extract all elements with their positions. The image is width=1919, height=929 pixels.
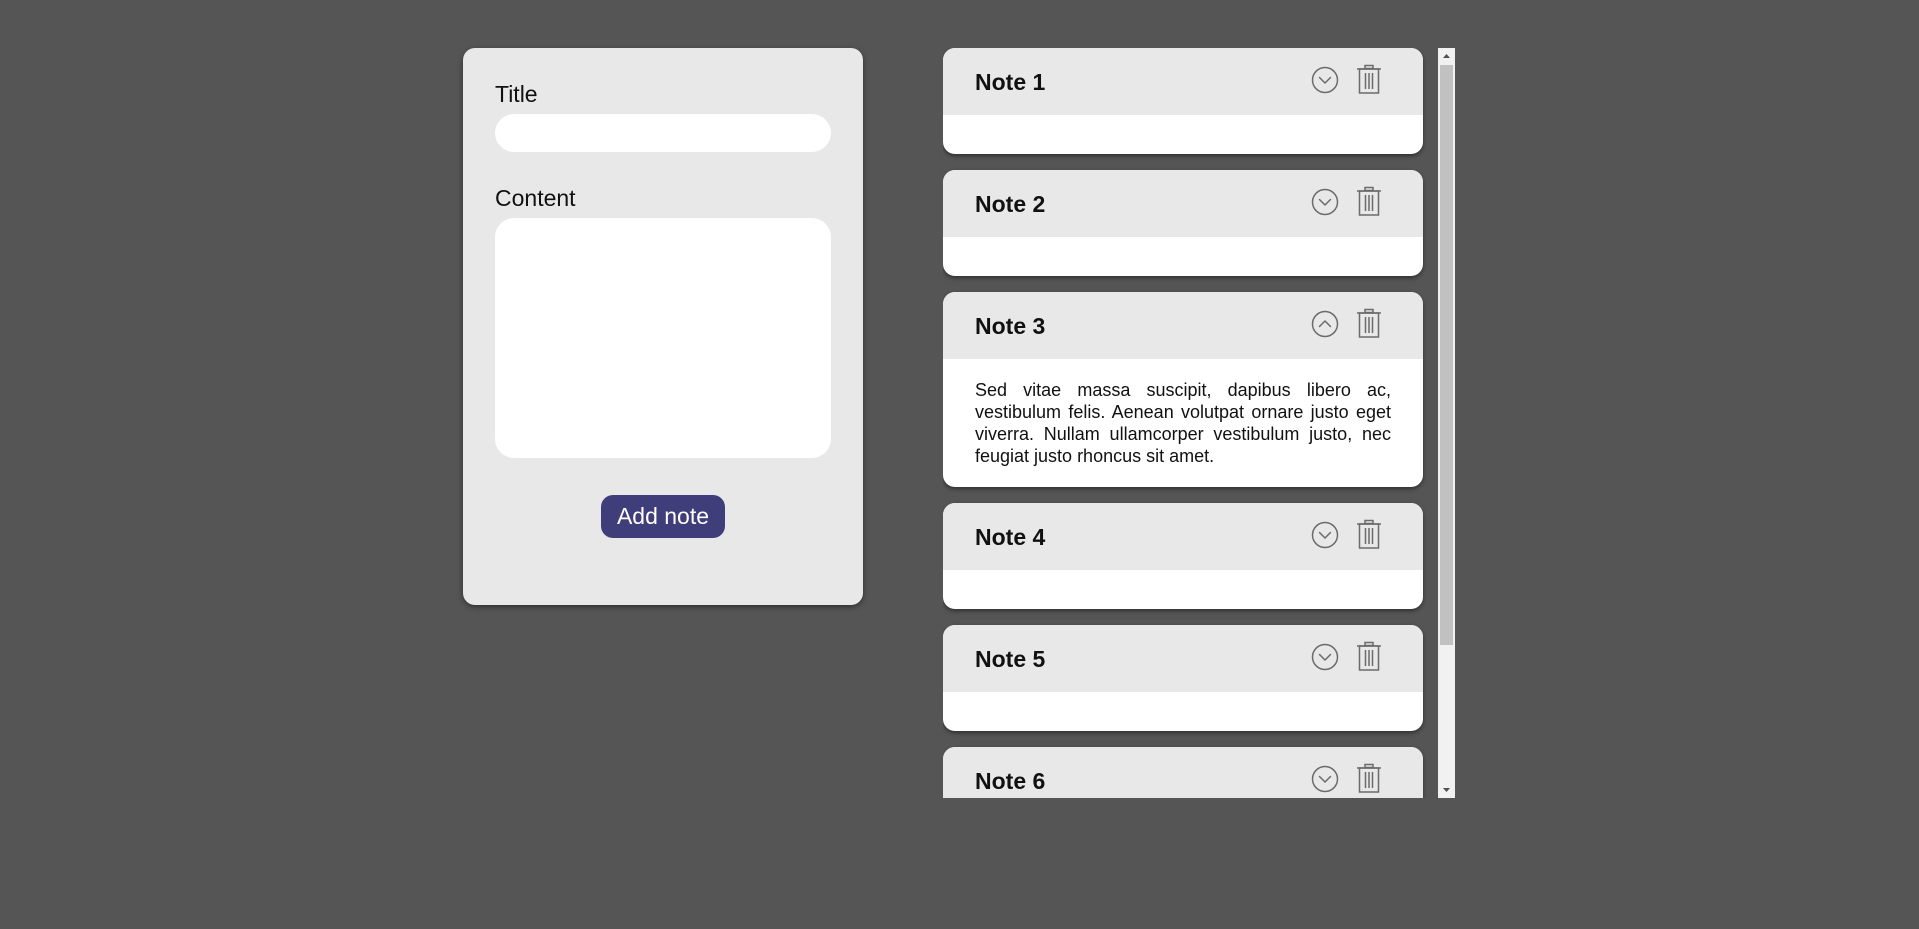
- note-header: Note 1: [943, 48, 1423, 115]
- note-body: [943, 237, 1423, 276]
- scroll-down-arrow-icon[interactable]: [1438, 781, 1455, 798]
- chevron-down-circle-icon[interactable]: [1311, 188, 1339, 216]
- note-card: Note 1: [943, 48, 1423, 154]
- trash-icon[interactable]: [1355, 64, 1383, 94]
- scrollbar-thumb[interactable]: [1440, 65, 1453, 645]
- title-input[interactable]: [495, 114, 831, 152]
- notes-list: Note 1 Note 2 Note 3 Sed vitae massa sus…: [943, 48, 1423, 798]
- note-header: Note 3: [943, 292, 1423, 359]
- trash-icon[interactable]: [1355, 308, 1383, 338]
- add-note-button[interactable]: Add note: [600, 495, 726, 538]
- chevron-down-circle-icon[interactable]: [1311, 521, 1339, 549]
- note-title: Note 4: [975, 524, 1046, 550]
- trash-icon[interactable]: [1355, 519, 1383, 549]
- note-card: Note 2: [943, 170, 1423, 276]
- note-title: Note 6: [975, 768, 1046, 794]
- add-note-form: Title Content Add note: [463, 48, 863, 605]
- content-input[interactable]: [495, 218, 831, 458]
- chevron-down-circle-icon[interactable]: [1311, 66, 1339, 94]
- note-header: Note 2: [943, 170, 1423, 237]
- content-label: Content: [495, 185, 576, 211]
- note-title: Note 2: [975, 191, 1046, 217]
- chevron-down-circle-icon[interactable]: [1311, 765, 1339, 793]
- trash-icon[interactable]: [1355, 763, 1383, 793]
- note-card: Note 4: [943, 503, 1423, 609]
- note-title: Note 1: [975, 69, 1046, 95]
- note-title: Note 3: [975, 313, 1046, 339]
- note-card: Note 5: [943, 625, 1423, 731]
- scroll-up-arrow-icon[interactable]: [1438, 48, 1455, 65]
- note-title: Note 5: [975, 646, 1046, 672]
- note-card: Note 6: [943, 747, 1423, 798]
- chevron-up-circle-icon[interactable]: [1311, 310, 1339, 338]
- chevron-down-circle-icon[interactable]: [1311, 643, 1339, 671]
- note-body: [943, 692, 1423, 731]
- title-label: Title: [495, 81, 538, 107]
- note-body: [943, 115, 1423, 154]
- note-header: Note 4: [943, 503, 1423, 570]
- notes-scrollbar[interactable]: [1438, 48, 1455, 798]
- note-header: Note 5: [943, 625, 1423, 692]
- trash-icon[interactable]: [1355, 186, 1383, 216]
- note-header: Note 6: [943, 747, 1423, 798]
- note-card: Note 3 Sed vitae massa suscipit, dapibus…: [943, 292, 1423, 487]
- trash-icon[interactable]: [1355, 641, 1383, 671]
- notes-panel: Note 1 Note 2 Note 3 Sed vitae massa sus…: [943, 48, 1455, 798]
- note-content: Sed vitae massa suscipit, dapibus libero…: [975, 380, 1391, 466]
- note-body: [943, 570, 1423, 609]
